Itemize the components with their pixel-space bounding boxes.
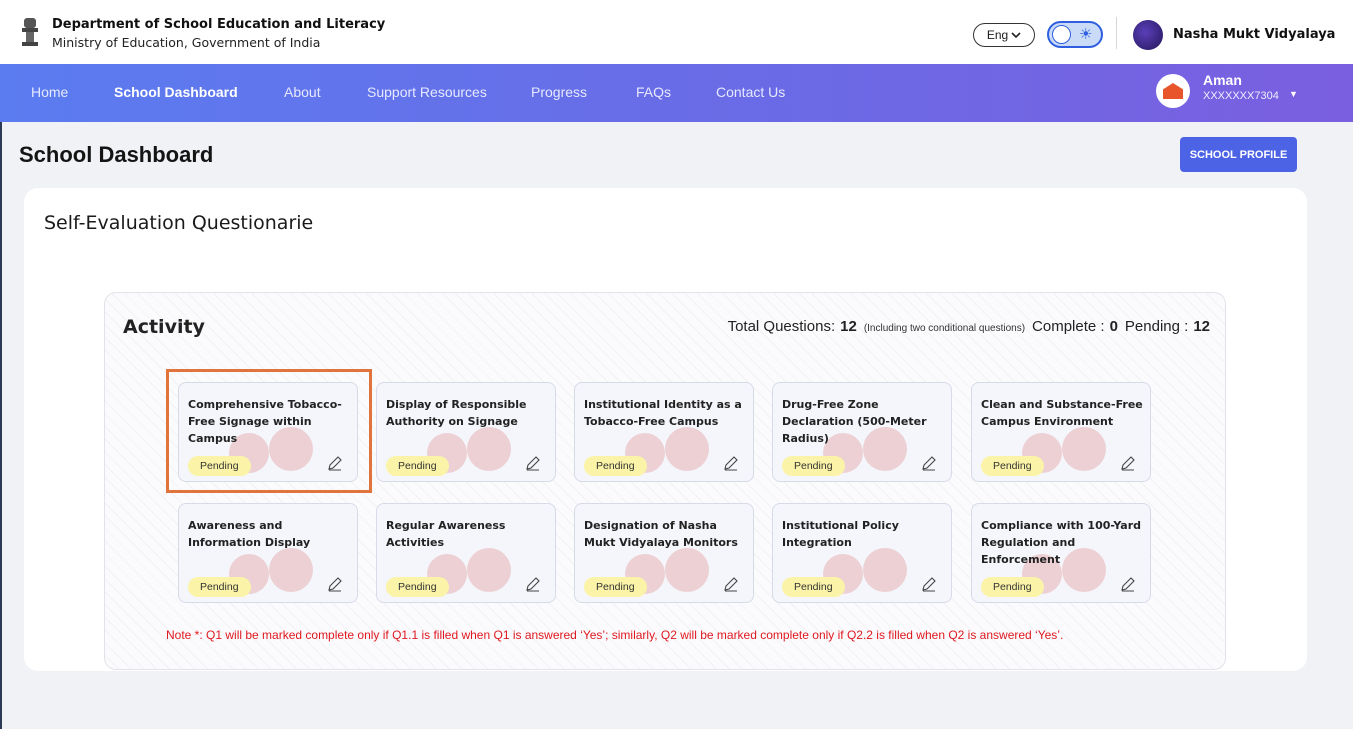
selected-card-highlight [166,369,372,493]
status-badge: Pending [782,577,845,597]
chevron-down-icon [1011,31,1021,38]
card-title: Drug-Free Zone Declaration (500-Meter Ra… [782,398,927,445]
card-title: Regular Awareness Activities [386,519,506,549]
question-card-7[interactable]: Regular Awareness Activities Pending [376,503,556,603]
activity-title: Activity [123,316,205,338]
language-label: Eng [986,28,1009,42]
edit-pencil-icon[interactable] [921,455,937,471]
top-header: Department of School Education and Liter… [0,0,1353,64]
status-badge: Pending [981,456,1044,476]
user-avatar[interactable] [1156,74,1190,108]
nav-about[interactable]: About [284,84,321,100]
sun-icon: ☀ [1079,26,1093,43]
panel-title: Self-Evaluation Questionarie [44,212,314,234]
question-card-10[interactable]: Compliance with 100-Yard Regulation and … [971,503,1151,603]
question-card-3[interactable]: Institutional Identity as a Tobacco-Free… [574,382,754,482]
edit-pencil-icon[interactable] [525,576,541,592]
department-block: Department of School Education and Liter… [52,17,385,50]
department-title: Department of School Education and Liter… [52,17,386,32]
school-profile-button[interactable]: SCHOOL PROFILE [1180,137,1297,172]
status-badge: Pending [386,456,449,476]
question-card-5[interactable]: Clean and Substance-Free Campus Environm… [971,382,1151,482]
complete-value: 0 [1109,318,1118,335]
card-title: Institutional Policy Integration [782,519,899,549]
total-note: (Including two conditional questions) [863,323,1026,334]
card-title: Compliance with 100-Yard Regulation and … [981,519,1142,566]
user-id: XXXXXXX7304 [1203,90,1279,102]
nav-contact-us[interactable]: Contact Us [716,84,785,100]
conditional-note: Note *: Q1 will be marked complete only … [166,628,1064,642]
question-card-8[interactable]: Designation of Nasha Mukt Vidyalaya Moni… [574,503,754,603]
total-value: 12 [840,318,857,335]
department-subtitle: Ministry of Education, Government of Ind… [52,35,321,50]
main-navbar: Home School Dashboard About Support Reso… [0,64,1353,122]
total-label: Total Questions: [727,318,836,335]
card-title: Display of Responsible Authority on Sign… [386,398,527,428]
theme-toggle[interactable]: ☀ [1047,21,1103,48]
question-card-6[interactable]: Awareness and Information Display Pendin… [178,503,358,603]
edit-pencil-icon[interactable] [723,455,739,471]
edit-pencil-icon[interactable] [327,576,343,592]
nav-school-dashboard[interactable]: School Dashboard [114,84,238,100]
nav-home[interactable]: Home [31,84,68,100]
caret-down-icon[interactable]: ▼ [1289,89,1298,99]
card-title: Designation of Nasha Mukt Vidyalaya Moni… [584,519,738,549]
status-badge: Pending [981,577,1044,597]
user-name: Aman [1203,72,1242,88]
pending-value: 12 [1193,318,1210,335]
nasha-mukt-logo-icon [1133,20,1163,50]
question-card-2[interactable]: Display of Responsible Authority on Sign… [376,382,556,482]
school-icon [1163,83,1183,99]
question-card-9[interactable]: Institutional Policy Integration Pending [772,503,952,603]
nav-progress[interactable]: Progress [531,84,587,100]
card-title: Clean and Substance-Free Campus Environm… [981,398,1143,428]
nav-support-resources[interactable]: Support Resources [367,84,487,100]
page-title: School Dashboard [19,142,214,167]
brand-name: Nasha Mukt Vidyalaya [1173,27,1336,42]
card-title: Awareness and Information Display [188,519,311,549]
question-stats: Total Questions: 12 (Including two condi… [728,318,1210,335]
national-emblem-icon [22,18,38,46]
complete-label: Complete : [1032,318,1105,335]
edit-pencil-icon[interactable] [525,455,541,471]
edit-pencil-icon[interactable] [921,576,937,592]
edit-pencil-icon[interactable] [1120,455,1136,471]
status-badge: Pending [188,577,251,597]
status-badge: Pending [584,577,647,597]
language-selector[interactable]: Eng [973,23,1035,47]
header-divider [1116,17,1117,49]
status-badge: Pending [782,456,845,476]
pending-label: Pending : [1124,318,1189,335]
nav-faqs[interactable]: FAQs [636,84,671,100]
question-card-4[interactable]: Drug-Free Zone Declaration (500-Meter Ra… [772,382,952,482]
status-badge: Pending [584,456,647,476]
edit-pencil-icon[interactable] [723,576,739,592]
toggle-knob [1052,25,1071,44]
edit-pencil-icon[interactable] [1120,576,1136,592]
card-title: Institutional Identity as a Tobacco-Free… [584,398,742,428]
status-badge: Pending [386,577,449,597]
